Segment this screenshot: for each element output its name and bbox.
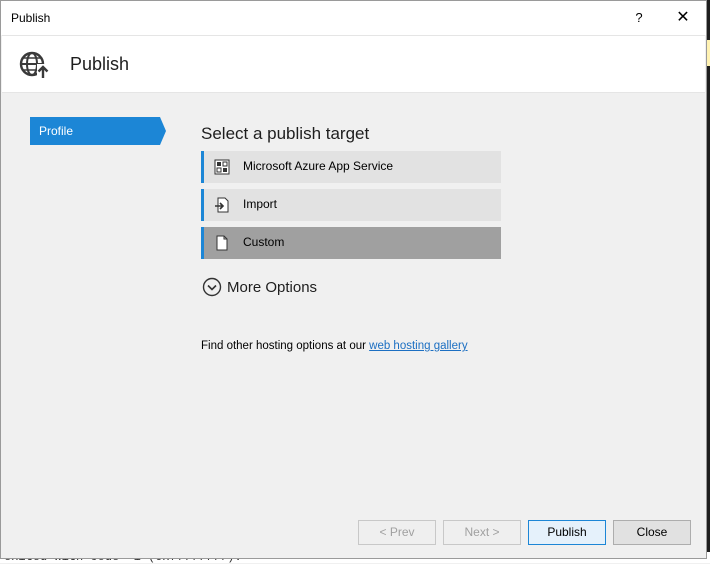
next-button[interactable]: Next >	[443, 520, 521, 545]
globe-publish-icon	[19, 51, 49, 79]
help-button[interactable]: ?	[627, 7, 651, 29]
target-import[interactable]: Import	[201, 189, 501, 221]
close-window-button[interactable]: ✕	[671, 7, 695, 29]
target-label: Microsoft Azure App Service	[243, 159, 394, 173]
target-custom[interactable]: Custom	[201, 227, 501, 259]
document-icon	[216, 235, 228, 251]
web-hosting-gallery-link[interactable]: web hosting gallery	[369, 340, 467, 352]
publish-dialog: Publish ? ✕ Publish Profile Select a pub…	[0, 0, 707, 559]
section-title: Select a publish target	[201, 124, 370, 143]
title-bar: Publish ? ✕	[1, 1, 706, 35]
publish-button[interactable]: Publish	[528, 520, 606, 545]
dialog-header: Publish	[2, 35, 705, 93]
sidebar-item-label: Profile	[39, 124, 74, 138]
target-label: Custom	[243, 235, 285, 249]
sidebar-item-profile[interactable]: Profile	[30, 117, 160, 145]
prev-button[interactable]: < Prev	[358, 520, 436, 545]
target-azure-app-service[interactable]: Microsoft Azure App Service	[201, 151, 501, 183]
close-button[interactable]: Close	[613, 520, 691, 545]
azure-app-service-icon	[214, 159, 230, 175]
header-title: Publish	[70, 54, 130, 74]
chevron-down-circle-icon	[202, 277, 222, 297]
window-title: Publish	[11, 11, 51, 25]
hosting-options-text: Find other hosting options at our web ho…	[201, 340, 468, 352]
target-label: Import	[243, 197, 278, 211]
import-icon	[215, 197, 229, 213]
more-options-label: More Options	[227, 279, 318, 296]
hosting-text: Find other hosting options at our	[201, 340, 370, 352]
sidebar-selection-arrow	[160, 117, 166, 145]
